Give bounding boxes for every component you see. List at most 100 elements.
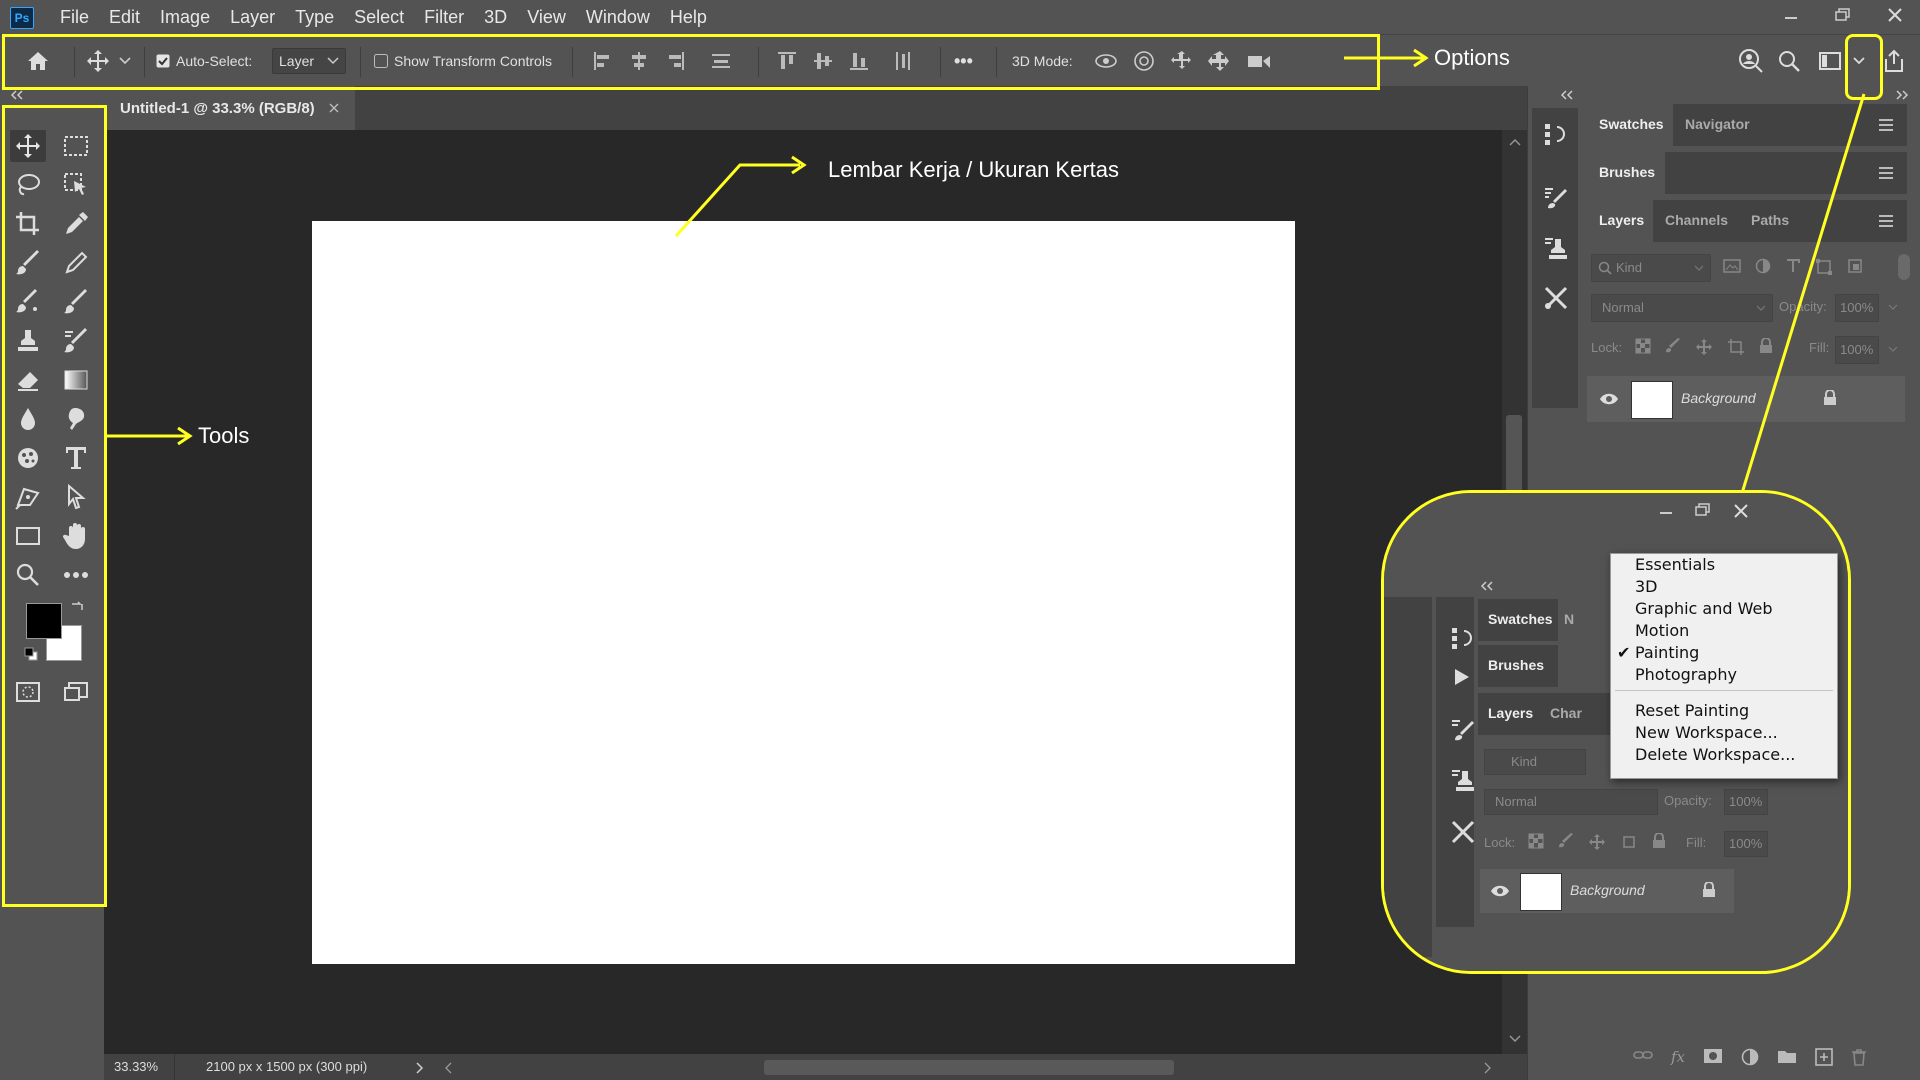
smart-object-filter-icon[interactable] bbox=[1847, 258, 1863, 274]
filter-toggle[interactable] bbox=[1898, 254, 1910, 280]
collapse-right-icon[interactable] bbox=[1895, 90, 1909, 100]
workspace-action-delete[interactable]: Delete Workspace... bbox=[1611, 744, 1837, 766]
close-window-button[interactable] bbox=[1880, 3, 1910, 27]
workspace-item-essentials[interactable]: Essentials bbox=[1611, 554, 1837, 576]
panel-menu-icon[interactable] bbox=[1879, 164, 1893, 182]
menu-edit[interactable]: Edit bbox=[99, 0, 150, 34]
eye-icon[interactable] bbox=[1599, 392, 1619, 406]
scroll-down-icon bbox=[1509, 1035, 1521, 1042]
document-canvas[interactable] bbox=[312, 221, 1295, 964]
adjustment-filter-icon[interactable] bbox=[1755, 258, 1771, 274]
tab-channels[interactable]: Channels bbox=[1665, 212, 1728, 228]
menu-items: File Edit Image Layer Type Select Filter… bbox=[50, 0, 717, 34]
workspace-item-graphic-web[interactable]: Graphic and Web bbox=[1611, 598, 1837, 620]
brush-settings-icon bbox=[1452, 720, 1474, 741]
blend-mode-select[interactable]: Normal bbox=[1591, 294, 1773, 322]
layer-thumbnail bbox=[1631, 381, 1673, 419]
layer-name[interactable]: Background bbox=[1681, 390, 1756, 406]
restore-button[interactable] bbox=[1828, 3, 1858, 27]
workspace-action-new[interactable]: New Workspace... bbox=[1611, 722, 1837, 744]
minimize-button[interactable] bbox=[1776, 3, 1806, 27]
inset-blend-mode: Normal bbox=[1484, 789, 1658, 815]
workspace-item-painting[interactable]: ✔ Painting bbox=[1611, 642, 1837, 664]
tab-brushes[interactable]: Brushes bbox=[1599, 164, 1655, 180]
lock-all-icon[interactable] bbox=[1759, 338, 1773, 354]
swatches-panel-header: Swatches Navigator bbox=[1587, 104, 1907, 146]
tab-layers[interactable]: Layers bbox=[1599, 212, 1644, 228]
menu-image[interactable]: Image bbox=[150, 0, 220, 34]
clone-source-button[interactable] bbox=[1538, 232, 1574, 264]
workspace-icon bbox=[1819, 52, 1841, 70]
adjustment-icon[interactable] bbox=[1741, 1048, 1759, 1066]
panel-menu-icon[interactable] bbox=[1879, 116, 1893, 134]
tools-annotation: Tools bbox=[198, 423, 250, 448]
image-filter-icon[interactable] bbox=[1723, 258, 1741, 274]
fill-field[interactable]: 100% bbox=[1835, 336, 1879, 364]
workspace-item-photography[interactable]: Photography bbox=[1611, 664, 1837, 686]
workspace-action-reset[interactable]: Reset Painting bbox=[1611, 700, 1837, 722]
opacity-field[interactable]: 100% bbox=[1835, 294, 1879, 322]
chevron-right-icon[interactable] bbox=[416, 1062, 424, 1074]
menu-type[interactable]: Type bbox=[285, 0, 344, 34]
inset-kind-filter: Kind bbox=[1484, 749, 1586, 775]
chevron-down-icon[interactable] bbox=[1888, 304, 1898, 310]
kind-filter[interactable]: Kind bbox=[1591, 254, 1711, 282]
lock-paint-icon[interactable] bbox=[1665, 338, 1681, 354]
menu-layer[interactable]: Layer bbox=[220, 0, 285, 34]
tool-presets-button[interactable] bbox=[1538, 282, 1574, 314]
scroll-thumb[interactable] bbox=[1506, 415, 1522, 495]
tab-paths[interactable]: Paths bbox=[1751, 212, 1789, 228]
collapse-icon[interactable] bbox=[10, 90, 24, 100]
tab-swatches[interactable]: Swatches bbox=[1599, 116, 1664, 132]
document-info[interactable]: 2100 px x 1500 px (300 ppi) bbox=[206, 1059, 367, 1074]
workspace-item-3d[interactable]: 3D bbox=[1611, 576, 1837, 598]
panel-menu-icon[interactable] bbox=[1879, 212, 1893, 230]
workspace-item-motion[interactable]: Motion bbox=[1611, 620, 1837, 642]
collapse-icon[interactable] bbox=[1560, 90, 1574, 100]
share-button[interactable] bbox=[1882, 35, 1906, 87]
zoom-level[interactable]: 33.33% bbox=[114, 1059, 158, 1074]
new-layer-icon[interactable] bbox=[1815, 1048, 1833, 1066]
user-search-icon bbox=[1739, 49, 1763, 73]
scroll-left-icon[interactable] bbox=[444, 1062, 452, 1074]
layer-row[interactable]: Background bbox=[1587, 376, 1905, 422]
horizontal-scroll-thumb[interactable] bbox=[764, 1060, 1174, 1075]
brush-settings-button[interactable] bbox=[1538, 182, 1574, 214]
menu-filter[interactable]: Filter bbox=[414, 0, 474, 34]
menu-file[interactable]: File bbox=[50, 0, 99, 34]
menu-3d[interactable]: 3D bbox=[474, 0, 517, 34]
chevron-down-icon[interactable] bbox=[1888, 346, 1898, 352]
type-filter-icon[interactable] bbox=[1785, 258, 1801, 274]
lock-move-icon[interactable] bbox=[1695, 338, 1713, 356]
inset-window-controls bbox=[1659, 503, 1749, 519]
document-tab[interactable]: Untitled-1 @ 33.3% (RGB/8) bbox=[104, 86, 355, 130]
document-tab-bar: Untitled-1 @ 33.3% (RGB/8) bbox=[104, 86, 1527, 130]
lock-artboard-icon[interactable] bbox=[1727, 338, 1745, 356]
layers-bottom-toolbar: fx bbox=[1633, 1048, 1867, 1066]
shape-filter-icon[interactable] bbox=[1815, 258, 1833, 276]
link-icon[interactable] bbox=[1633, 1048, 1653, 1062]
menu-select[interactable]: Select bbox=[344, 0, 414, 34]
menu-view[interactable]: View bbox=[517, 0, 576, 34]
mask-icon[interactable] bbox=[1703, 1048, 1723, 1064]
lock-transparent-icon[interactable] bbox=[1635, 338, 1651, 354]
workspace-button[interactable] bbox=[1818, 35, 1842, 87]
inset-tab-layers: Layers bbox=[1488, 705, 1534, 721]
menu-window[interactable]: Window bbox=[576, 0, 660, 34]
close-tab-icon[interactable] bbox=[329, 103, 339, 113]
blend-mode-value: Normal bbox=[1602, 300, 1644, 315]
search-user-button[interactable] bbox=[1738, 35, 1764, 87]
options-highlight-box bbox=[2, 34, 1380, 90]
scroll-right-icon[interactable] bbox=[1484, 1062, 1492, 1074]
opacity-label: Opacity: bbox=[1779, 299, 1827, 314]
fx-icon[interactable]: fx bbox=[1671, 1048, 1685, 1066]
trash-icon[interactable] bbox=[1851, 1048, 1867, 1066]
history-panel-button[interactable] bbox=[1538, 118, 1574, 150]
chevron-down-icon bbox=[1694, 265, 1704, 271]
lock-artboard-icon bbox=[1623, 836, 1635, 848]
tab-navigator[interactable]: Navigator bbox=[1685, 116, 1750, 132]
search-button[interactable] bbox=[1777, 35, 1801, 87]
folder-icon[interactable] bbox=[1777, 1048, 1797, 1064]
menu-help[interactable]: Help bbox=[660, 0, 717, 34]
window-controls bbox=[1776, 0, 1910, 30]
